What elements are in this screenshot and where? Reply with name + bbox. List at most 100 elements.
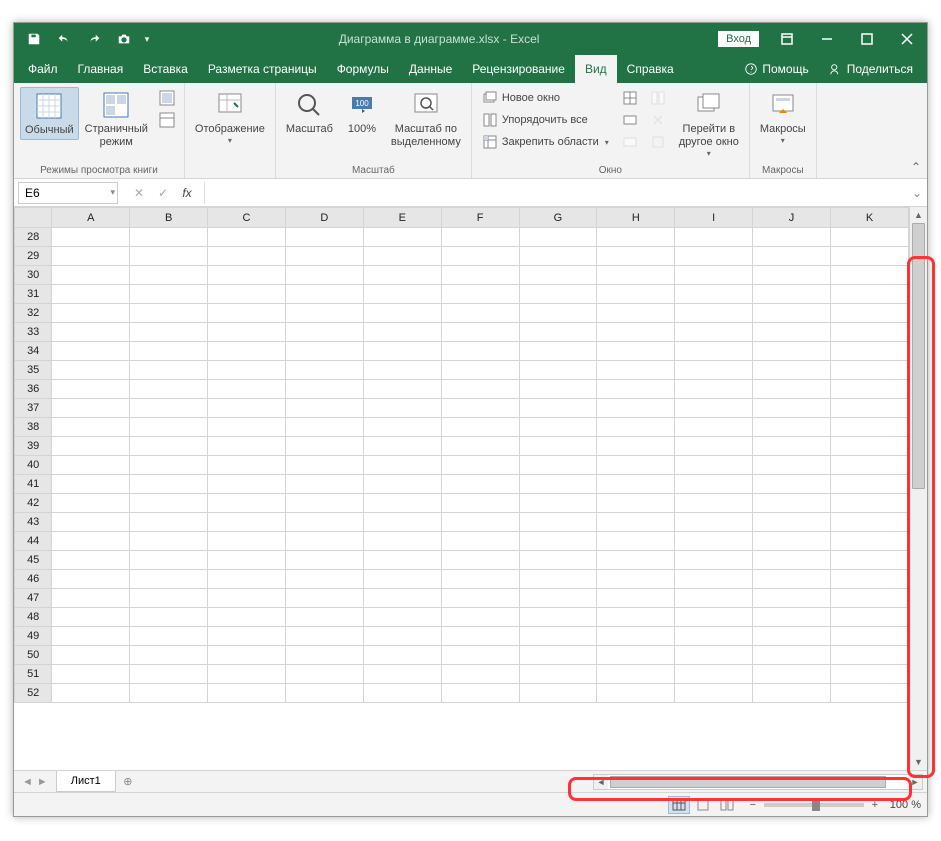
cell[interactable]: [597, 304, 675, 323]
cell[interactable]: [597, 285, 675, 304]
cell[interactable]: [52, 456, 130, 475]
hscroll-track[interactable]: [608, 775, 908, 789]
cell[interactable]: [130, 551, 208, 570]
cell[interactable]: [753, 627, 831, 646]
cell[interactable]: [830, 570, 908, 589]
cell[interactable]: [285, 285, 363, 304]
cell[interactable]: [753, 551, 831, 570]
cell[interactable]: [52, 228, 130, 247]
cell[interactable]: [830, 551, 908, 570]
cell[interactable]: [830, 475, 908, 494]
cell[interactable]: [597, 589, 675, 608]
page-break-preview-button[interactable]: Страничный режим: [81, 87, 152, 151]
cell[interactable]: [597, 266, 675, 285]
cell[interactable]: [52, 513, 130, 532]
login-button[interactable]: Вход: [718, 31, 759, 47]
cell[interactable]: [285, 551, 363, 570]
cell[interactable]: [519, 551, 597, 570]
cell[interactable]: [52, 361, 130, 380]
zoom-button[interactable]: Масштаб: [282, 87, 337, 138]
row-header[interactable]: 30: [15, 266, 52, 285]
cell[interactable]: [441, 437, 519, 456]
cell[interactable]: [208, 513, 286, 532]
row-header[interactable]: 37: [15, 399, 52, 418]
cell[interactable]: [285, 437, 363, 456]
column-header[interactable]: B: [130, 208, 208, 228]
cell[interactable]: [441, 361, 519, 380]
cell[interactable]: [597, 361, 675, 380]
cell[interactable]: [753, 589, 831, 608]
cell[interactable]: [52, 646, 130, 665]
row-header[interactable]: 40: [15, 456, 52, 475]
cell[interactable]: [597, 532, 675, 551]
cell[interactable]: [363, 532, 441, 551]
cell[interactable]: [363, 475, 441, 494]
cell[interactable]: [519, 342, 597, 361]
horizontal-scrollbar[interactable]: ◄ ►: [593, 774, 923, 790]
page-break-status-icon[interactable]: [716, 796, 738, 814]
cell-grid[interactable]: ABCDEFGHIJK28293031323334353637383940414…: [14, 207, 909, 770]
cell[interactable]: [519, 532, 597, 551]
cell[interactable]: [130, 399, 208, 418]
cell[interactable]: [441, 589, 519, 608]
cell[interactable]: [441, 228, 519, 247]
cell[interactable]: [363, 247, 441, 266]
cell[interactable]: [285, 684, 363, 703]
cell[interactable]: [363, 684, 441, 703]
display-button[interactable]: Отображение ▾: [191, 87, 269, 148]
cell[interactable]: [597, 494, 675, 513]
cell[interactable]: [519, 513, 597, 532]
cell[interactable]: [208, 589, 286, 608]
cell[interactable]: [52, 266, 130, 285]
cell[interactable]: [675, 494, 753, 513]
maximize-icon[interactable]: [847, 23, 887, 55]
row-header[interactable]: 43: [15, 513, 52, 532]
cell[interactable]: [363, 456, 441, 475]
cell[interactable]: [675, 570, 753, 589]
scroll-right-icon[interactable]: ►: [908, 775, 922, 789]
row-header[interactable]: 33: [15, 323, 52, 342]
column-header[interactable]: J: [753, 208, 831, 228]
cell[interactable]: [363, 513, 441, 532]
cell[interactable]: [675, 361, 753, 380]
cell[interactable]: [208, 627, 286, 646]
cancel-formula-icon[interactable]: ✕: [130, 186, 148, 200]
cell[interactable]: [830, 304, 908, 323]
cell[interactable]: [208, 475, 286, 494]
enter-formula-icon[interactable]: ✓: [154, 186, 172, 200]
cell[interactable]: [285, 323, 363, 342]
cell[interactable]: [208, 228, 286, 247]
cell[interactable]: [753, 608, 831, 627]
row-header[interactable]: 29: [15, 247, 52, 266]
sync-scroll-icon[interactable]: [647, 109, 669, 131]
cell[interactable]: [208, 304, 286, 323]
cell[interactable]: [363, 266, 441, 285]
cell[interactable]: [675, 665, 753, 684]
cell[interactable]: [52, 589, 130, 608]
page-layout-status-icon[interactable]: [692, 796, 714, 814]
cell[interactable]: [52, 247, 130, 266]
tab-review[interactable]: Рецензирование: [462, 55, 575, 83]
cell[interactable]: [441, 456, 519, 475]
split-icon[interactable]: [619, 87, 641, 109]
sheet-nav-prev-icon[interactable]: ◄: [22, 776, 33, 788]
cell[interactable]: [130, 323, 208, 342]
cell[interactable]: [130, 380, 208, 399]
cell[interactable]: [441, 380, 519, 399]
cell[interactable]: [830, 513, 908, 532]
scroll-down-icon[interactable]: ▼: [910, 754, 927, 770]
cell[interactable]: [130, 646, 208, 665]
cell[interactable]: [130, 342, 208, 361]
cell[interactable]: [441, 285, 519, 304]
expand-formula-bar-icon[interactable]: ⌄: [907, 186, 927, 200]
cell[interactable]: [519, 456, 597, 475]
zoom-in-icon[interactable]: +: [868, 799, 882, 811]
row-header[interactable]: 49: [15, 627, 52, 646]
cell[interactable]: [285, 589, 363, 608]
cell[interactable]: [519, 684, 597, 703]
cell[interactable]: [519, 646, 597, 665]
cell[interactable]: [52, 418, 130, 437]
cell[interactable]: [285, 475, 363, 494]
cell[interactable]: [208, 437, 286, 456]
cell[interactable]: [208, 323, 286, 342]
